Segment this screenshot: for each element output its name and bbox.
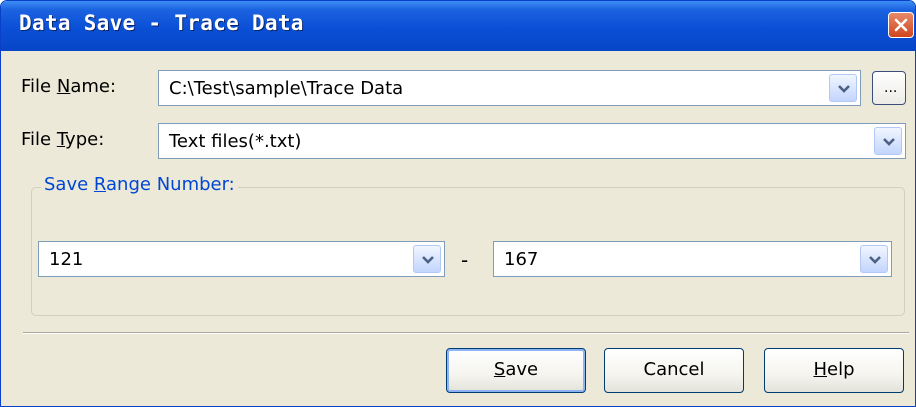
file-type-value: Text files(*.txt) [169, 131, 302, 152]
separator-line [23, 332, 909, 334]
range-separator: - [461, 248, 469, 272]
window-title: Data Save - Trace Data [19, 11, 304, 35]
chevron-down-icon [869, 256, 881, 264]
chevron-down-icon [422, 256, 434, 264]
range-from-combobox[interactable]: 121 [38, 241, 445, 277]
close-icon [894, 18, 908, 32]
range-to-value: 167 [504, 249, 539, 270]
range-to-combobox[interactable]: 167 [493, 241, 892, 277]
range-to-dropdown-button[interactable] [860, 245, 888, 273]
browse-label: ... [884, 80, 898, 96]
save-range-legend: Save Range Number: [41, 174, 238, 195]
chevron-down-icon [838, 85, 850, 93]
file-name-dropdown-button[interactable] [829, 74, 857, 102]
close-button[interactable] [888, 12, 914, 38]
file-type-dropdown-button[interactable] [874, 127, 902, 155]
title-bar[interactable]: Data Save - Trace Data [1, 1, 915, 51]
file-name-label: File Name: [21, 76, 117, 97]
cancel-button[interactable]: Cancel [604, 348, 744, 393]
file-type-label: File Type: [21, 129, 105, 150]
save-button[interactable]: Save [446, 348, 586, 393]
browse-button[interactable]: ... [872, 71, 906, 105]
help-button[interactable]: Help [764, 348, 904, 393]
range-from-dropdown-button[interactable] [413, 245, 441, 273]
chevron-down-icon [883, 138, 895, 146]
file-name-value: C:\Test\sample\Trace Data [169, 78, 404, 99]
range-from-value: 121 [49, 249, 84, 270]
data-save-dialog: Data Save - Trace Data File Name: C:\Tes… [0, 0, 916, 407]
file-name-combobox[interactable]: C:\Test\sample\Trace Data [158, 70, 861, 106]
file-type-combobox[interactable]: Text files(*.txt) [158, 123, 906, 159]
